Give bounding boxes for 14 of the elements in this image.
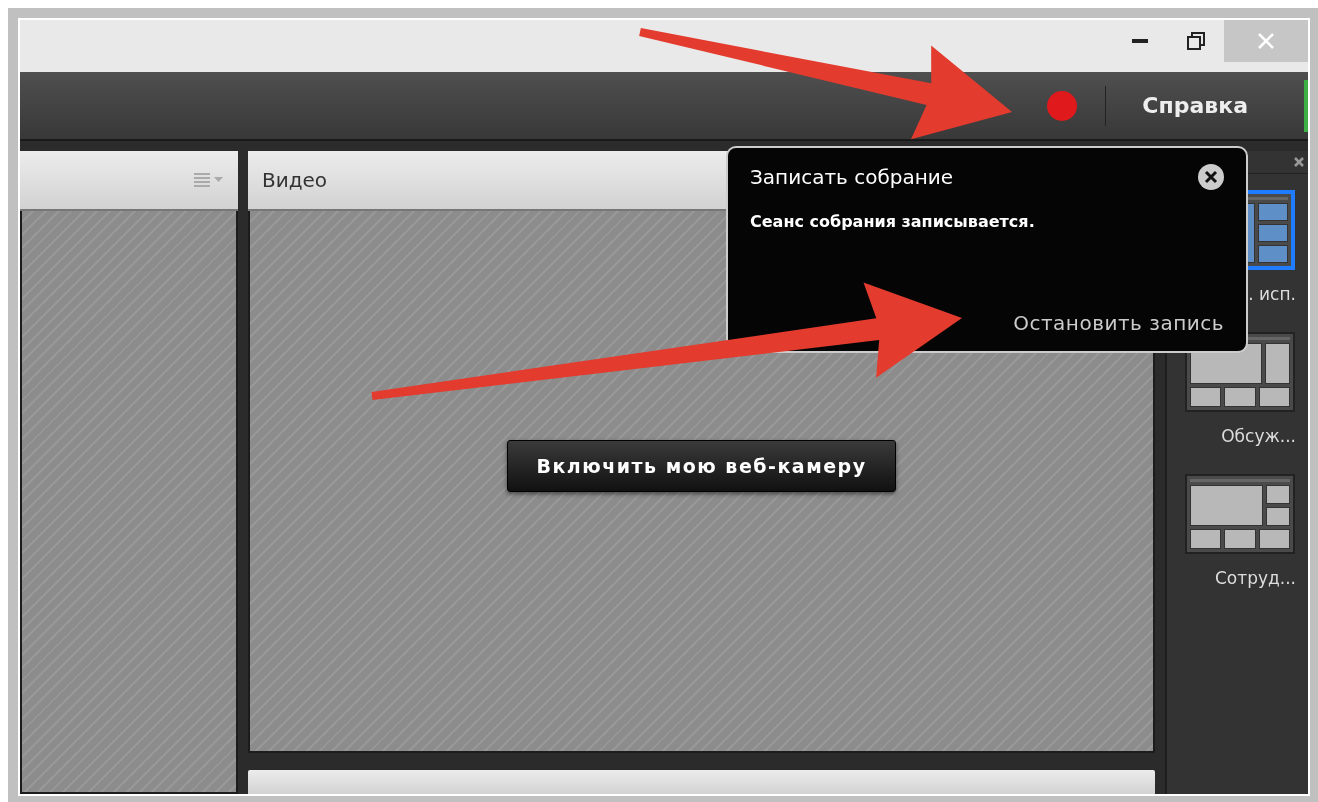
start-webcam-button[interactable]: Включить мою веб-камеру (507, 440, 896, 492)
layout-label: . исп. (1248, 284, 1296, 304)
stop-recording-link[interactable]: Остановить запись (1013, 311, 1224, 335)
layout-thumbnail[interactable] (1185, 474, 1295, 554)
help-menu[interactable]: Справка (1142, 93, 1248, 118)
close-icon (1258, 33, 1274, 49)
panel-title: Видео (262, 168, 328, 192)
popup-title: Записать собрание (750, 165, 954, 189)
layout-label: Сотруд... (1215, 568, 1296, 588)
minimize-icon (1132, 39, 1148, 43)
restore-icon (1187, 32, 1205, 50)
close-icon[interactable] (1198, 164, 1224, 190)
layout-label: Обсуж... (1221, 426, 1296, 446)
popup-message: Сеанс собрания записывается. (750, 212, 1036, 231)
